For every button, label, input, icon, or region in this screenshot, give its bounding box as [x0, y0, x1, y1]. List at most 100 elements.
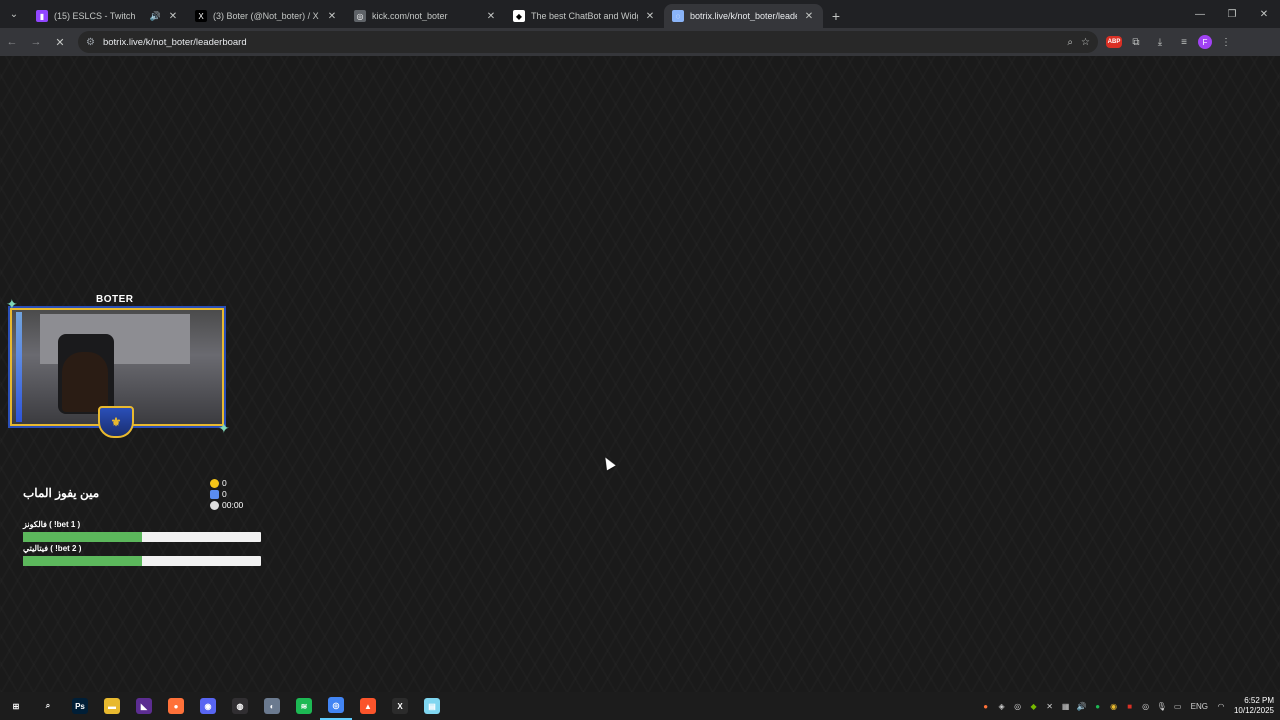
brave-icon-glyph: ▲ — [360, 698, 376, 714]
downloads-icon[interactable]: ⤓ — [1150, 32, 1170, 52]
close-window-icon[interactable]: ✕ — [1248, 0, 1280, 28]
windows-taskbar: ⊞ ⌕ Ps ▬ ◣ ● ◉ ◍ ◐ ≋ ◎ ▲ X ▤ ● ◈ ◎ ◆ ✕ ▦ 🔊 ● ◉ ■ ◎ 🎙 … — [0, 692, 1280, 720]
maximize-icon[interactable]: ❐ — [1216, 0, 1248, 28]
url-text[interactable]: botrix.live/k/not_boter/leaderboard — [103, 37, 247, 48]
shield-badge-icon: ⚜ — [98, 406, 134, 438]
browser-tab[interactable]: ◌ botrix.live/k/not_boter/leaderb ✕ — [664, 4, 823, 28]
tab-close-icon[interactable]: ✕ — [644, 11, 656, 22]
tab-title: kick.com/not_boter — [372, 11, 448, 21]
bet-option-fill — [23, 556, 142, 566]
file-explorer-icon[interactable]: ▬ — [96, 692, 128, 720]
clock-date: 10/12/2025 — [1233, 706, 1274, 715]
zoom-icon[interactable]: ⌕ — [1067, 37, 1073, 48]
adblock-plus-icon[interactable]: ABP — [1106, 36, 1122, 48]
firefox-icon-glyph: ● — [168, 698, 184, 714]
nvidia-icon[interactable]: ◆ — [1027, 702, 1041, 711]
bet-option-bar — [23, 532, 261, 542]
tray-app-icon[interactable]: ◎ — [1139, 702, 1153, 711]
bet-option-label: فالكونز ( !bet 1 ) — [23, 520, 81, 529]
steam-icon-glyph: ◐ — [264, 698, 280, 714]
tray-app-icon[interactable]: ▦ — [1059, 702, 1073, 711]
twitch-icon: ▮ — [36, 10, 48, 22]
notepad-icon[interactable]: ▤ — [416, 692, 448, 720]
site-info-icon[interactable]: ⚙ — [86, 37, 95, 48]
notepad-icon-glyph: ▤ — [424, 698, 440, 714]
forward-icon[interactable]: → — [24, 30, 48, 54]
bet-stats: 0 0 00:00 — [210, 478, 243, 511]
start-icon-glyph: ⊞ — [12, 701, 20, 711]
browser-tab[interactable]: X (3) Boter (@Not_boter) / X ✕ — [187, 4, 346, 28]
visual-studio-icon[interactable]: ◣ — [128, 692, 160, 720]
tab-close-icon[interactable]: ✕ — [485, 11, 497, 22]
bet-option-label: فيتاليتي ( !bet 2 ) — [23, 544, 82, 553]
profile-avatar[interactable]: F — [1198, 35, 1212, 49]
firefox-icon[interactable]: ● — [160, 692, 192, 720]
tray-app-icon[interactable]: ✕ — [1043, 702, 1057, 711]
excel-icon[interactable]: X — [384, 692, 416, 720]
user-count: 0 — [222, 489, 227, 499]
browser-menu-icon[interactable]: ⋮ — [1216, 32, 1236, 52]
bet-title: مين يفوز الماب — [23, 486, 100, 500]
obs-icon-glyph: ◍ — [232, 698, 248, 714]
wifi-icon[interactable]: ◠ — [1214, 702, 1228, 711]
discord-icon[interactable]: ◉ — [192, 692, 224, 720]
start-icon[interactable]: ⊞ — [0, 692, 32, 720]
browser-tab[interactable]: ▮ (15) ESLCS - Twitch 🔊 ✕ — [28, 4, 187, 28]
corner-ornament-icon: ✦ — [6, 296, 18, 312]
tab-search-button[interactable]: ⌄ — [0, 0, 28, 28]
network-icon[interactable]: ▭ — [1171, 702, 1185, 711]
tab-close-icon[interactable]: ✕ — [803, 11, 815, 22]
tab-close-icon[interactable]: ✕ — [167, 11, 179, 22]
spotify-icon-glyph: ≋ — [296, 698, 312, 714]
discord-icon-glyph: ◉ — [200, 698, 216, 714]
back-icon[interactable]: ← — [0, 30, 24, 54]
stop-loading-icon[interactable]: ✕ — [48, 30, 72, 54]
tray-app-icon[interactable]: ◉ — [1107, 702, 1121, 711]
browser-tab[interactable]: ◎ kick.com/not_boter ✕ — [346, 4, 505, 28]
volume-icon[interactable]: 🔊 — [1075, 702, 1089, 711]
x-icon: X — [195, 10, 207, 22]
tray-app-icon[interactable]: ● — [979, 702, 993, 711]
streamer-name: BOTER — [96, 294, 134, 305]
tray-app-icon[interactable]: ◎ — [1011, 702, 1025, 711]
search-icon[interactable]: ⌕ — [32, 692, 64, 720]
bet-option-fill — [23, 532, 142, 542]
photoshop-icon-glyph: Ps — [72, 698, 88, 714]
visual-studio-icon-glyph: ◣ — [136, 698, 152, 714]
input-language[interactable]: ENG — [1187, 702, 1212, 711]
bet-option-bar — [23, 556, 261, 566]
tab-title: (15) ESLCS - Twitch — [54, 11, 136, 21]
minimize-icon[interactable]: — — [1184, 0, 1216, 28]
tab-title: (3) Boter (@Not_boter) / X — [213, 11, 319, 21]
microphone-icon[interactable]: 🎙 — [1155, 702, 1169, 711]
tab-audio-icon[interactable]: 🔊 — [150, 11, 161, 22]
users-icon — [210, 490, 219, 499]
webcam-overlay: BOTER ✦ ✦ ⚜ — [6, 294, 234, 444]
extensions-icon[interactable]: ⧉ — [1126, 32, 1146, 52]
media-controls-icon[interactable]: ≡ — [1174, 32, 1194, 52]
browser-tab[interactable]: ◆ The best ChatBot and Widgets ✕ — [505, 4, 664, 28]
system-tray: ● ◈ ◎ ◆ ✕ ▦ 🔊 ● ◉ ■ ◎ 🎙 ▭ ENG ◠ 6:52 PM … — [979, 692, 1280, 720]
tab-close-icon[interactable]: ✕ — [326, 11, 338, 22]
botrix-icon: ◆ — [513, 10, 525, 22]
window-controls: — ❐ ✕ — [1184, 0, 1280, 28]
spotify-tray-icon[interactable]: ● — [1091, 702, 1105, 711]
photoshop-icon[interactable]: Ps — [64, 692, 96, 720]
tray-app-icon[interactable]: ◈ — [995, 702, 1009, 711]
brave-icon[interactable]: ▲ — [352, 692, 384, 720]
steam-icon[interactable]: ◐ — [256, 692, 288, 720]
bookmark-star-icon[interactable]: ☆ — [1081, 37, 1090, 48]
clock-time: 6:52 PM — [1244, 696, 1274, 705]
new-tab-button[interactable]: + — [823, 4, 849, 28]
chrome-icon-glyph: ◎ — [328, 697, 344, 713]
bet-widget: مين يفوز الماب 0 0 00:00 فالكونز ( !bet … — [18, 474, 266, 570]
chrome-icon[interactable]: ◎ — [320, 692, 352, 720]
bet-timer: 00:00 — [222, 500, 244, 510]
spotify-icon[interactable]: ≋ — [288, 692, 320, 720]
obs-icon[interactable]: ◍ — [224, 692, 256, 720]
record-icon[interactable]: ■ — [1123, 702, 1137, 711]
loading-icon: ◌ — [672, 10, 684, 22]
system-clock[interactable]: 6:52 PM 10/12/2025 — [1230, 696, 1274, 716]
address-bar[interactable]: ⚙ botrix.live/k/not_boter/leaderboard ⌕ … — [78, 31, 1098, 53]
browser-toolbar: ← → ✕ ⚙ botrix.live/k/not_boter/leaderbo… — [0, 28, 1280, 56]
